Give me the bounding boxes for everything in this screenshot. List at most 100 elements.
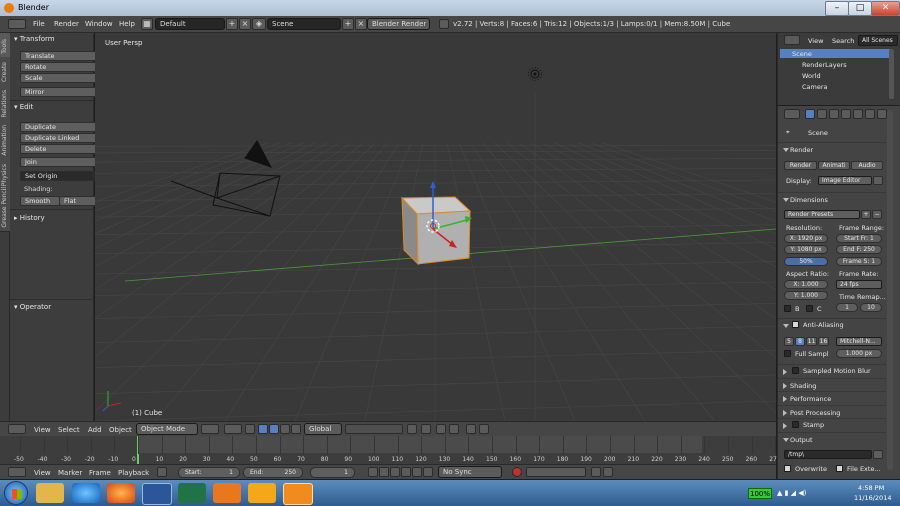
render-animation-button[interactable]: Animati — [818, 161, 850, 170]
menu-help[interactable]: Help — [119, 20, 135, 28]
scene-field[interactable]: Scene — [267, 18, 341, 30]
clock-time[interactable]: 4:58 PM — [858, 484, 884, 492]
set-origin-dropdown[interactable]: Set Origin — [20, 171, 99, 181]
menu-view[interactable]: View — [34, 426, 51, 434]
scene-context-icon[interactable] — [829, 109, 839, 119]
tab-create[interactable]: Create — [0, 57, 10, 86]
close-button[interactable]: ✕ — [871, 1, 900, 16]
transform-orientation-select[interactable]: Global — [304, 423, 342, 435]
tray-icons[interactable]: ▲ ▮ ◢ ◀) — [777, 489, 806, 497]
excel-icon[interactable] — [178, 483, 206, 503]
filter-size-field[interactable]: 1.000 px — [836, 349, 882, 358]
menu-view[interactable]: View — [34, 469, 51, 477]
aa-filter-select[interactable]: Mitchell-N... — [836, 337, 882, 346]
outliner-item-renderlayers[interactable]: RenderLayers — [802, 61, 847, 69]
outliner-item-scene[interactable]: Scene — [792, 50, 812, 58]
maximize-button[interactable]: □ — [848, 1, 872, 16]
translate-manipulator-icon[interactable] — [258, 424, 268, 434]
edit-panel-header[interactable]: ▾ Edit — [14, 103, 33, 111]
timeline-editor[interactable]: -50 -40 -30 -20 -10 0 10 20 30 40 50 60 70 80 90 100 110… — [0, 436, 804, 464]
tab-relations[interactable]: Relations — [0, 85, 10, 122]
screen-layout-icon[interactable]: ▦ — [141, 18, 153, 30]
menu-add[interactable]: Add — [88, 426, 102, 434]
border-checkbox[interactable] — [784, 305, 791, 312]
frame-step-field[interactable]: Frame S: 1 — [836, 257, 882, 266]
play-icon[interactable] — [401, 467, 411, 477]
start-button[interactable] — [4, 481, 28, 505]
tab-physics[interactable]: Physics — [0, 159, 10, 190]
manipulator-extra-icon[interactable] — [291, 424, 301, 434]
output-folder-icon[interactable] — [873, 450, 883, 459]
full-sample-checkbox[interactable] — [784, 350, 791, 357]
3d-viewport[interactable]: User Persp (1) Cube — [95, 33, 776, 421]
output-path-field[interactable]: /tmp\ — [784, 450, 872, 459]
world-context-icon[interactable] — [841, 109, 851, 119]
delete-layout-button[interactable]: × — [239, 18, 251, 30]
jump-prev-key-icon[interactable] — [379, 467, 389, 477]
delete-button[interactable]: Delete — [20, 144, 99, 154]
translate-button[interactable]: Translate — [20, 51, 99, 61]
render-engine-select[interactable]: Blender Render — [367, 18, 430, 30]
aa-samples-5[interactable]: 5 — [784, 337, 794, 346]
anti-aliasing-checkbox[interactable] — [792, 321, 799, 328]
blender-taskbar-icon[interactable] — [283, 483, 313, 505]
editor-type-icon[interactable] — [8, 424, 26, 434]
render-section-header[interactable]: Render — [778, 142, 886, 156]
scale-button[interactable]: Scale — [20, 73, 99, 83]
smooth-button[interactable]: Smooth — [20, 196, 60, 206]
remove-preset-button[interactable]: − — [872, 210, 882, 219]
tab-animation[interactable]: Animation — [0, 121, 10, 160]
manipulator-toggle-icon[interactable] — [245, 424, 255, 434]
transform-panel-header[interactable]: ▾ Transform — [14, 35, 55, 43]
frame-rate-select[interactable]: 24 fps — [836, 280, 882, 289]
post-processing-section-header[interactable]: Post Processing — [778, 405, 886, 419]
current-frame-field[interactable]: 1 — [310, 467, 355, 478]
shading-section-header[interactable]: Shading — [778, 378, 886, 392]
dimensions-section-header[interactable]: Dimensions — [778, 192, 886, 206]
menu-frame[interactable]: Frame — [89, 469, 111, 477]
editor-type-icon[interactable] — [784, 35, 800, 45]
display-select[interactable]: Image Editor — [818, 176, 872, 185]
snap-icon[interactable] — [436, 424, 446, 434]
time-remap-old-field[interactable]: 1 — [836, 303, 858, 312]
outliner-item-world[interactable]: World — [802, 72, 821, 80]
start-frame-field[interactable]: Start Fr: 1 — [836, 234, 882, 243]
screen-layout-field[interactable]: Default — [155, 18, 225, 30]
outliner-item-camera[interactable]: Camera — [802, 83, 828, 91]
motion-blur-checkbox[interactable] — [792, 367, 799, 374]
editor-type-icon[interactable] — [784, 109, 800, 119]
end-frame-field[interactable]: End F: 250 — [836, 245, 882, 254]
add-scene-button[interactable]: + — [342, 18, 354, 30]
sync-mode-select[interactable]: No Sync — [438, 466, 502, 478]
render-layers-context-icon[interactable] — [817, 109, 827, 119]
file-explorer-icon[interactable] — [36, 483, 64, 503]
record-icon[interactable] — [512, 467, 522, 477]
end-frame-field[interactable]: End: 250 — [243, 467, 303, 478]
resolution-x-field[interactable]: X: 1920 px — [784, 234, 828, 243]
tab-grease-pencil[interactable]: Grease Pencil — [0, 187, 10, 232]
word-icon[interactable] — [142, 483, 172, 505]
shading-mode-icon[interactable] — [201, 424, 219, 434]
menu-select[interactable]: Select — [58, 426, 80, 434]
flat-button[interactable]: Flat — [59, 196, 99, 206]
keying-set-field[interactable] — [526, 467, 586, 477]
aa-samples-16[interactable]: 16 — [818, 337, 829, 346]
minimize-button[interactable]: – — [825, 1, 849, 16]
jump-next-key-icon[interactable] — [412, 467, 422, 477]
time-remap-new-field[interactable]: 10 — [860, 303, 882, 312]
operator-panel-header[interactable]: ▾ Operator — [14, 303, 51, 311]
insert-keyframe-icon[interactable] — [591, 467, 601, 477]
outliner-filter-select[interactable]: All Scenes — [858, 35, 898, 46]
pivot-point-icon[interactable] — [224, 424, 242, 434]
file-extensions-checkbox[interactable] — [836, 465, 843, 472]
delete-keyframe-icon[interactable] — [603, 467, 613, 477]
outlook-icon[interactable] — [213, 483, 241, 503]
snap-element-icon[interactable] — [449, 424, 459, 434]
scale-manipulator-icon[interactable] — [280, 424, 290, 434]
opengl-animation-icon[interactable] — [479, 424, 489, 434]
object-context-icon[interactable] — [853, 109, 863, 119]
properties-scrollbar[interactable] — [887, 110, 893, 470]
clock-date[interactable]: 11/16/2014 — [854, 494, 891, 502]
crop-checkbox[interactable] — [806, 305, 813, 312]
aa-samples-8[interactable]: 8 — [795, 337, 805, 346]
